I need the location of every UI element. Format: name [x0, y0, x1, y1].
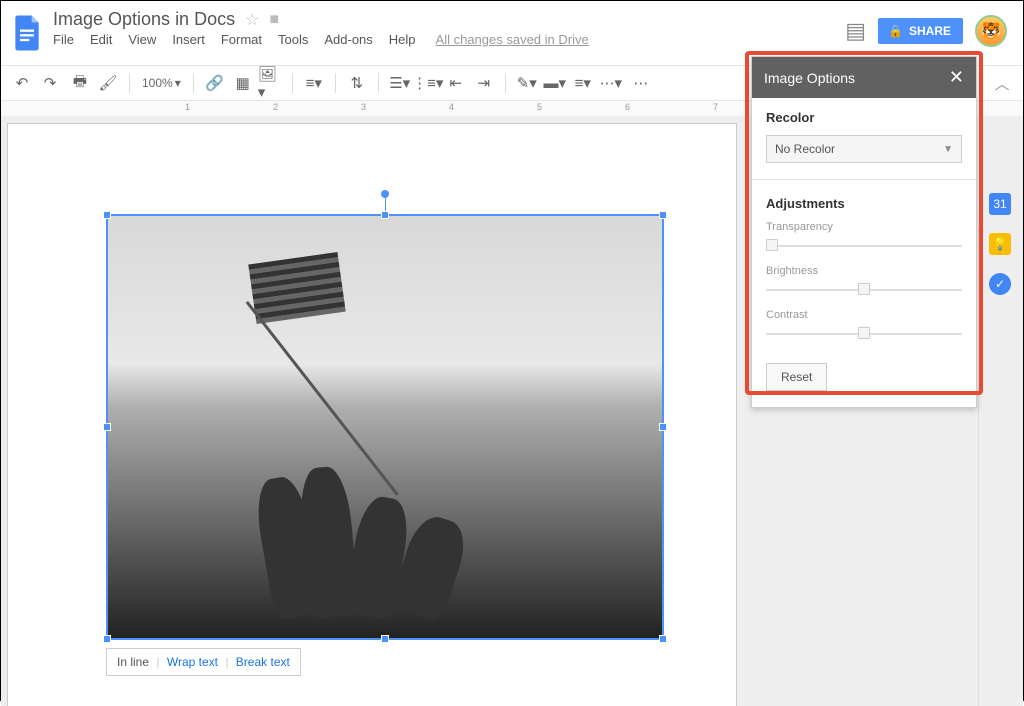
- collapse-toolbar-icon[interactable]: ︿: [989, 70, 1015, 96]
- ruler-mark: 2: [273, 102, 278, 112]
- resize-handle-br[interactable]: [659, 635, 667, 643]
- calendar-icon[interactable]: 31: [989, 193, 1011, 215]
- close-icon[interactable]: ✕: [949, 67, 964, 88]
- chevron-down-icon: ▼: [943, 144, 953, 155]
- border-color-icon[interactable]: ▬▾: [542, 70, 568, 96]
- menu-insert[interactable]: Insert: [172, 32, 205, 47]
- selected-image[interactable]: [106, 214, 664, 640]
- save-status: All changes saved in Drive: [436, 32, 589, 47]
- recolor-dropdown[interactable]: No Recolor ▼: [766, 135, 962, 163]
- slider-thumb[interactable]: [766, 239, 778, 251]
- ruler-mark: 1: [185, 102, 190, 112]
- tasks-icon[interactable]: ✓: [989, 273, 1011, 295]
- ruler-mark: 4: [449, 102, 454, 112]
- bulleted-list-icon[interactable]: ⋮≡▾: [415, 70, 441, 96]
- recolor-value: No Recolor: [775, 142, 835, 156]
- avatar[interactable]: 🐯: [975, 15, 1007, 47]
- resize-handle-mr[interactable]: [659, 423, 667, 431]
- brightness-slider[interactable]: [766, 281, 962, 299]
- menu-help[interactable]: Help: [389, 32, 416, 47]
- folder-icon[interactable]: ■: [269, 11, 279, 29]
- keep-icon[interactable]: 💡: [989, 233, 1011, 255]
- indent-increase-icon[interactable]: ⇥: [471, 70, 497, 96]
- panel-title: Image Options: [764, 70, 855, 86]
- border-dash-icon[interactable]: ⋯▾: [598, 70, 624, 96]
- link-icon[interactable]: 🔗: [202, 70, 228, 96]
- addon-rail: 31 💡 ✓: [983, 193, 1017, 295]
- menu-bar: File Edit View Insert Format Tools Add-o…: [53, 32, 845, 47]
- crop-icon[interactable]: ✎▾: [514, 70, 540, 96]
- comment-add-icon[interactable]: ▦: [230, 70, 256, 96]
- undo-icon[interactable]: ↶: [9, 70, 35, 96]
- share-label: SHARE: [909, 24, 951, 38]
- line-spacing-icon[interactable]: ⇅: [344, 70, 370, 96]
- resize-handle-tl[interactable]: [103, 211, 111, 219]
- numbered-list-icon[interactable]: ☰▾: [387, 70, 413, 96]
- ruler-mark: 6: [625, 102, 630, 112]
- paint-format-icon[interactable]: 🖌: [95, 70, 121, 96]
- resize-handle-tr[interactable]: [659, 211, 667, 219]
- zoom-select[interactable]: 100%▾: [138, 74, 185, 92]
- resize-handle-bl[interactable]: [103, 635, 111, 643]
- brightness-label: Brightness: [766, 265, 962, 277]
- slider-thumb[interactable]: [858, 327, 870, 339]
- transparency-label: Transparency: [766, 221, 962, 233]
- image-content: [108, 216, 662, 638]
- ruler-mark: 5: [537, 102, 542, 112]
- menu-format[interactable]: Format: [221, 32, 262, 47]
- image-wrap-toolbar: In line | Wrap text | Break text: [106, 648, 301, 676]
- wrap-text[interactable]: Wrap text: [167, 655, 218, 669]
- break-text[interactable]: Break text: [236, 655, 290, 669]
- reset-button[interactable]: Reset: [766, 363, 827, 391]
- print-icon[interactable]: 🖶: [67, 70, 93, 96]
- redo-icon[interactable]: ↷: [37, 70, 63, 96]
- rotate-handle[interactable]: [381, 190, 389, 198]
- align-icon[interactable]: ≡▾: [301, 70, 327, 96]
- indent-decrease-icon[interactable]: ⇤: [443, 70, 469, 96]
- document-page: In line | Wrap text | Break text: [7, 123, 737, 706]
- menu-tools[interactable]: Tools: [278, 32, 308, 47]
- star-icon[interactable]: ☆: [245, 10, 259, 30]
- ruler-mark: 7: [713, 102, 718, 112]
- resize-handle-ml[interactable]: [103, 423, 111, 431]
- more-icon[interactable]: ⋯: [628, 70, 654, 96]
- resize-handle-tm[interactable]: [381, 211, 389, 219]
- image-options-panel: Image Options ✕ Recolor No Recolor ▼ Adj…: [751, 56, 977, 408]
- google-docs-icon[interactable]: [9, 9, 45, 57]
- contrast-label: Contrast: [766, 309, 962, 321]
- document-title[interactable]: Image Options in Docs: [53, 9, 235, 30]
- menu-edit[interactable]: Edit: [90, 32, 112, 47]
- recolor-section-label: Recolor: [766, 110, 962, 125]
- share-button[interactable]: 🔒 SHARE: [878, 18, 963, 44]
- transparency-slider[interactable]: [766, 237, 962, 255]
- menu-addons[interactable]: Add-ons: [324, 32, 372, 47]
- slider-thumb[interactable]: [858, 283, 870, 295]
- border-weight-icon[interactable]: ≡▾: [570, 70, 596, 96]
- wrap-inline[interactable]: In line: [117, 655, 149, 669]
- adjustments-section-label: Adjustments: [766, 196, 962, 211]
- lock-icon: 🔒: [888, 24, 903, 38]
- resize-handle-bm[interactable]: [381, 635, 389, 643]
- menu-file[interactable]: File: [53, 32, 74, 47]
- comments-icon[interactable]: ▤: [845, 18, 866, 44]
- image-icon[interactable]: 🖼▾: [258, 70, 284, 96]
- ruler-mark: 3: [361, 102, 366, 112]
- menu-view[interactable]: View: [128, 32, 156, 47]
- contrast-slider[interactable]: [766, 325, 962, 343]
